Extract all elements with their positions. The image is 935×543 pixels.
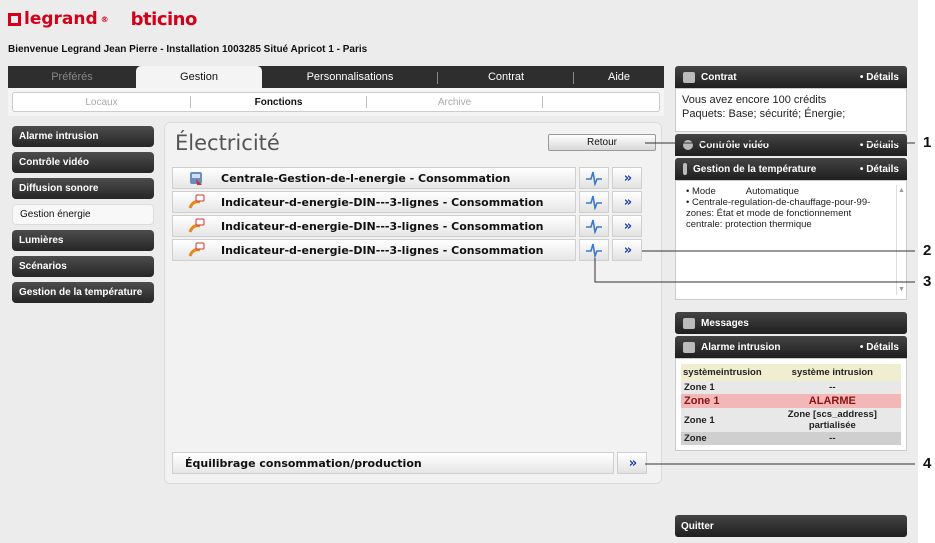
callout-3: 3 (923, 273, 932, 290)
callout-2: 2 (923, 242, 932, 259)
callout-4: 4 (923, 455, 932, 472)
callout-1: 1 (923, 134, 932, 151)
callout-lines (594, 142, 915, 465)
